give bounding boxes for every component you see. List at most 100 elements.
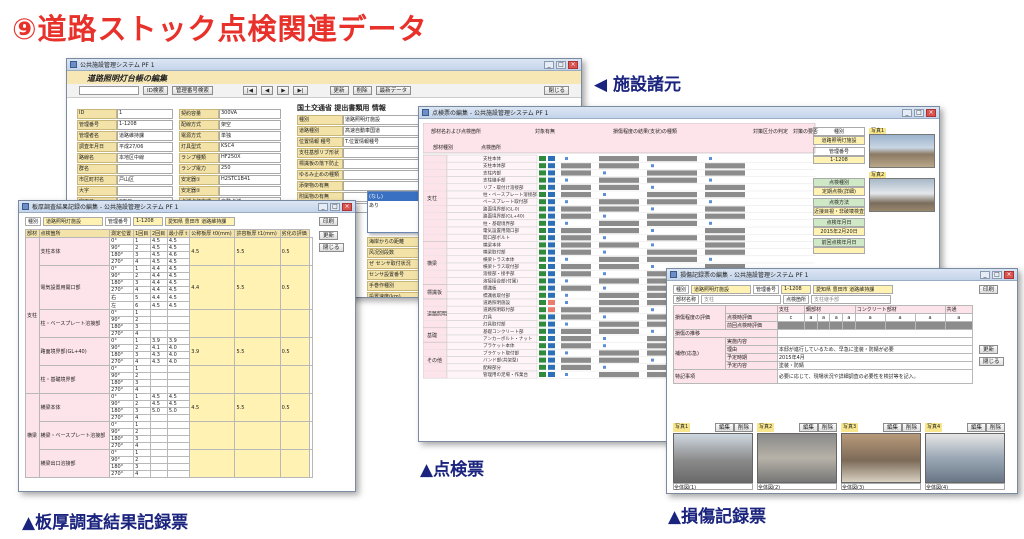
close-icon[interactable]: × (342, 202, 352, 211)
maximize-icon[interactable]: □ (330, 202, 340, 211)
target-flag[interactable] (539, 343, 546, 349)
value-cell[interactable] (166, 414, 191, 422)
target-flag[interactable] (539, 228, 546, 233)
value-cell[interactable]: 270° (109, 286, 135, 294)
value-cell[interactable] (166, 463, 191, 471)
value-cell[interactable]: 270° (109, 330, 135, 338)
value-cell[interactable]: 3.9 (166, 337, 191, 345)
value-cell[interactable]: 1 (133, 365, 151, 373)
value-cell[interactable]: 4 (133, 386, 151, 394)
value-cell[interactable]: 180° (109, 323, 135, 331)
value-cell[interactable]: 4.5 (149, 251, 168, 259)
value-cell[interactable]: 2 (133, 316, 151, 324)
photo-edit-button[interactable]: 編集 (714, 423, 734, 432)
eval-cell[interactable] (308, 265, 314, 310)
value-cell[interactable]: 4.4 (149, 293, 168, 302)
value-cell[interactable]: 4 (133, 258, 151, 266)
target-flag[interactable] (539, 292, 546, 298)
id-input[interactable] (79, 86, 139, 95)
done-cell[interactable] (776, 337, 974, 346)
eval-cell[interactable] (308, 309, 314, 338)
value-cell[interactable]: 0° (109, 449, 135, 457)
print-button[interactable]: 印刷 (979, 285, 999, 294)
status-flag[interactable] (548, 271, 555, 277)
value-cell[interactable]: 4 (133, 286, 151, 294)
value-cell[interactable] (166, 470, 191, 478)
value-cell[interactable]: 0° (109, 393, 135, 401)
grade-cell[interactable]: c (776, 313, 806, 322)
value-cell[interactable]: 4.5 (166, 301, 191, 310)
check-mark[interactable] (603, 250, 606, 254)
value-cell[interactable] (166, 456, 191, 464)
value-cell[interactable] (149, 470, 168, 478)
status-flag[interactable] (548, 343, 555, 349)
value-cell[interactable] (166, 386, 191, 394)
target-flag[interactable] (539, 184, 546, 190)
status-flag[interactable] (548, 336, 555, 341)
value-cell[interactable] (166, 330, 191, 338)
value-cell[interactable]: 1 (133, 421, 151, 429)
value-cell[interactable]: 5 (133, 293, 151, 302)
check-mark[interactable] (651, 358, 654, 362)
value-cell[interactable] (166, 323, 191, 331)
photo-edit-button[interactable]: 編集 (966, 423, 986, 432)
check-mark[interactable] (565, 221, 568, 225)
value-cell[interactable]: 1 (133, 449, 151, 457)
maximize-icon[interactable]: □ (992, 270, 1002, 279)
value-cell[interactable]: 1 (133, 309, 151, 317)
check-mark[interactable] (565, 157, 568, 160)
value-cell[interactable]: 2 (133, 244, 151, 252)
grade-cell[interactable]: a (842, 313, 856, 322)
value-cell[interactable]: 3 (133, 323, 151, 331)
status-flag[interactable] (548, 177, 555, 183)
check-mark[interactable] (603, 214, 606, 218)
value-cell[interactable]: 180° (109, 351, 135, 359)
field-value[interactable]: 戸山区 (117, 175, 173, 185)
photo-delete-button[interactable]: 削除 (817, 423, 837, 432)
field-value[interactable]: KSC4 (219, 142, 281, 152)
check-mark[interactable] (603, 315, 606, 319)
value-cell[interactable]: 3 (133, 407, 151, 415)
part-value[interactable]: 支柱 (701, 295, 782, 304)
check-mark[interactable] (603, 236, 606, 240)
target-flag[interactable] (539, 199, 546, 205)
minimize-icon[interactable]: _ (544, 60, 554, 69)
value-cell[interactable]: 2 (133, 272, 151, 280)
check-mark[interactable] (651, 243, 654, 247)
status-flag[interactable] (548, 357, 555, 363)
value-cell[interactable]: 5.0 (166, 407, 191, 415)
value-cell[interactable]: 4.5 (166, 258, 191, 266)
check-mark[interactable] (709, 178, 712, 182)
value-cell[interactable]: 4.5 (149, 400, 168, 408)
update-button[interactable]: 更新 (979, 345, 999, 354)
value-cell[interactable] (149, 372, 168, 380)
grade-cell[interactable]: a (914, 313, 946, 322)
value-cell[interactable]: 4.5 (166, 265, 191, 273)
value-cell[interactable]: 90° (109, 372, 135, 380)
target-flag[interactable] (539, 350, 546, 356)
value-cell[interactable]: 90° (109, 344, 135, 352)
close-button[interactable]: 閉じる (979, 357, 1004, 366)
value-cell[interactable]: 270° (109, 414, 135, 422)
value-cell[interactable]: 0° (109, 309, 135, 317)
value-cell[interactable]: 右 (109, 293, 135, 302)
grade-cell[interactable]: a (804, 313, 818, 322)
target-flag[interactable] (539, 264, 546, 269)
target-flag[interactable] (539, 220, 546, 226)
value-cell[interactable]: 3 (133, 251, 151, 259)
check-mark[interactable] (709, 221, 712, 225)
minimize-icon[interactable]: _ (902, 108, 912, 117)
check-mark[interactable] (603, 171, 606, 175)
maximize-icon[interactable]: □ (914, 108, 924, 117)
check-mark[interactable] (603, 272, 606, 276)
check-mark[interactable] (565, 322, 568, 326)
value-cell[interactable] (149, 386, 168, 394)
value-cell[interactable] (166, 309, 191, 317)
value-cell[interactable]: 4.5 (166, 279, 191, 287)
value-cell[interactable]: 4.5 (149, 258, 168, 266)
value-cell[interactable]: 0° (109, 237, 135, 245)
check-mark[interactable] (603, 344, 606, 348)
status-flag[interactable] (548, 278, 555, 284)
target-flag[interactable] (539, 328, 546, 334)
value-cell[interactable]: 270° (109, 358, 135, 366)
